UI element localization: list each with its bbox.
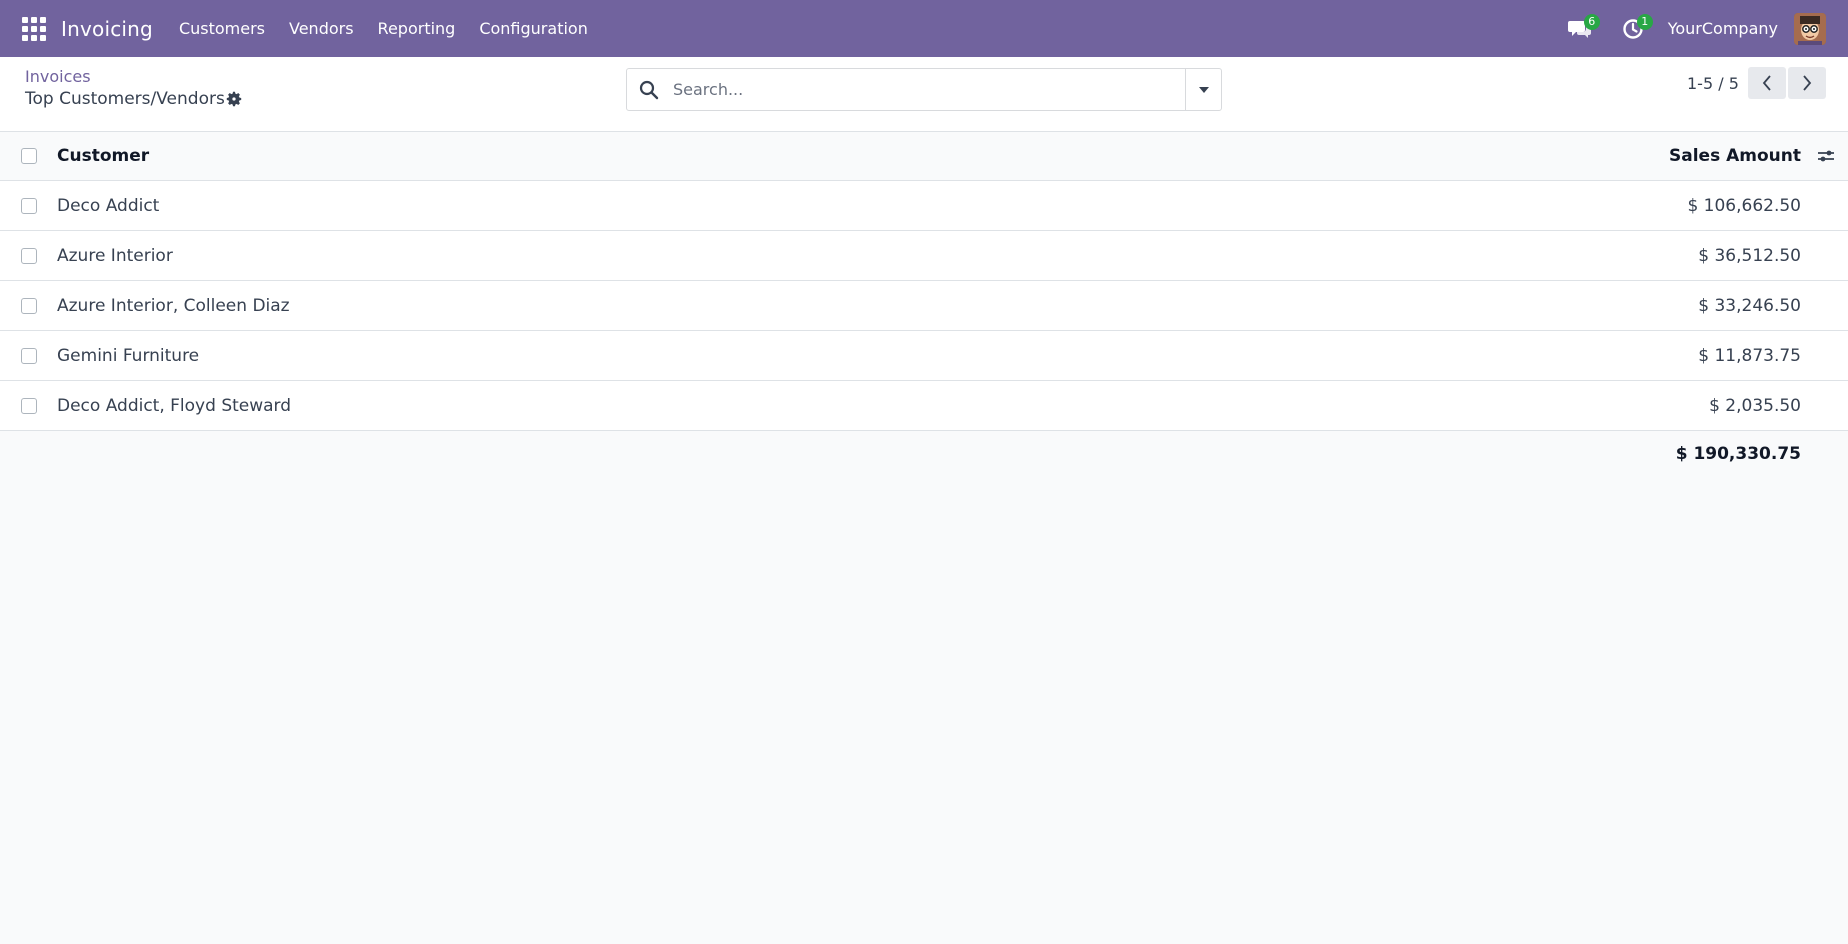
- row-checkbox[interactable]: [21, 397, 37, 414]
- row-checkbox[interactable]: [21, 247, 37, 264]
- search-input[interactable]: [673, 80, 1153, 99]
- activities-badge: 1: [1636, 14, 1653, 30]
- table-row[interactable]: Gemini Furniture $ 11,873.75: [0, 331, 1848, 381]
- chevron-left-icon: [1762, 75, 1771, 91]
- row-sales-amount: $ 33,246.50: [1698, 295, 1801, 316]
- column-header-sales-amount[interactable]: Sales Amount: [1669, 146, 1801, 166]
- menu-customers[interactable]: Customers: [167, 0, 277, 57]
- row-customer: Gemini Furniture: [57, 345, 200, 366]
- menu-reporting[interactable]: Reporting: [366, 0, 468, 57]
- row-sales-amount: $ 11,873.75: [1698, 345, 1801, 366]
- pager-previous-button[interactable]: [1748, 67, 1786, 99]
- messages-badge: 6: [1583, 14, 1600, 30]
- chevron-right-icon: [1803, 75, 1812, 91]
- search-icon: [639, 80, 659, 99]
- row-checkbox[interactable]: [21, 347, 37, 364]
- table-row[interactable]: Deco Addict, Floyd Steward $ 2,035.50: [0, 381, 1848, 431]
- apps-grid-icon[interactable]: [21, 16, 47, 42]
- user-avatar[interactable]: [1794, 12, 1826, 45]
- table-row[interactable]: Azure Interior $ 36,512.50: [0, 231, 1848, 281]
- optional-columns-toggle[interactable]: [1816, 146, 1836, 166]
- pager-value[interactable]: 1-5 / 5: [1687, 74, 1739, 94]
- breadcrumb-invoices[interactable]: Invoices: [25, 67, 91, 86]
- pager-next-button[interactable]: [1788, 67, 1826, 99]
- sales-amount-total: $ 190,330.75: [1675, 444, 1801, 464]
- list-view: Customer Sales Amount Deco Addict $ 106,…: [0, 132, 1848, 477]
- messages-button[interactable]: 6: [1562, 0, 1600, 57]
- row-sales-amount: $ 2,035.50: [1709, 395, 1801, 416]
- row-sales-amount: $ 106,662.50: [1687, 195, 1801, 216]
- systray: 6 1 YourCompany: [1562, 0, 1848, 57]
- list-header: Customer Sales Amount: [0, 132, 1848, 181]
- activities-button[interactable]: 1: [1615, 0, 1653, 57]
- search-options-toggle[interactable]: [1185, 69, 1221, 110]
- table-row[interactable]: Azure Interior, Colleen Diaz $ 33,246.50: [0, 281, 1848, 331]
- main-menu: Customers Vendors Reporting Configuratio…: [167, 0, 600, 57]
- user-avatar-icon: [1794, 12, 1826, 45]
- sliders-icon: [1818, 150, 1834, 162]
- company-switcher[interactable]: YourCompany: [1668, 19, 1778, 38]
- row-customer: Deco Addict: [57, 195, 160, 216]
- caret-down-icon: [1198, 86, 1209, 93]
- row-checkbox[interactable]: [21, 297, 37, 314]
- row-customer: Azure Interior: [57, 245, 173, 266]
- select-all-checkbox[interactable]: [21, 148, 37, 164]
- row-customer: Azure Interior, Colleen Diaz: [57, 295, 290, 316]
- row-customer: Deco Addict, Floyd Steward: [57, 395, 292, 416]
- page-title: Top Customers/Vendors: [25, 89, 225, 109]
- app-name[interactable]: Invoicing: [61, 17, 153, 41]
- row-sales-amount: $ 36,512.50: [1698, 245, 1801, 266]
- table-row[interactable]: Deco Addict $ 106,662.50: [0, 181, 1848, 231]
- menu-vendors[interactable]: Vendors: [277, 0, 366, 57]
- gear-icon[interactable]: [225, 90, 243, 108]
- top-navbar: Invoicing Customers Vendors Reporting Co…: [0, 0, 1848, 57]
- column-header-customer[interactable]: Customer: [57, 146, 149, 166]
- search-bar: [626, 68, 1222, 111]
- control-panel: Invoices Top Customers/Vendors 1-5 / 5: [0, 57, 1848, 132]
- row-checkbox[interactable]: [21, 197, 37, 214]
- menu-configuration[interactable]: Configuration: [467, 0, 600, 57]
- list-footer: $ 190,330.75: [0, 431, 1848, 477]
